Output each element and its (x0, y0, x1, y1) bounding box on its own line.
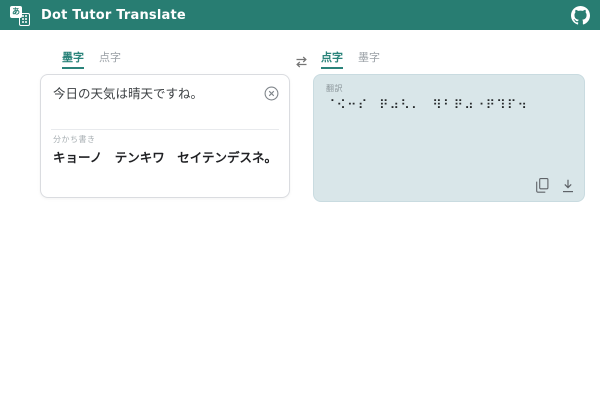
swap-direction-button[interactable] (293, 54, 310, 70)
clear-input-button[interactable] (263, 85, 280, 102)
app-header: あ Dot Tutor Translate (0, 0, 600, 30)
download-icon (562, 179, 574, 193)
target-card: 翻訳 ⠈⠪⠒⠎⠀⠟⠴⠣⠄⠀⠻⠃⠟⠴⠐⠟⠹⠏⠲ (313, 74, 585, 202)
target-tab-tenji[interactable]: 点字 (321, 52, 343, 69)
swap-horizontal-icon (295, 56, 308, 68)
braille-output: ⠈⠪⠒⠎⠀⠟⠴⠣⠄⠀⠻⠃⠟⠴⠐⠟⠹⠏⠲ (314, 94, 584, 113)
source-card: 今日の天気は晴天ですね。 分かち書き キョーノ テンキワ セイテンデスネ。 (40, 74, 290, 198)
braille-square-icon (19, 13, 30, 26)
source-input[interactable]: 今日の天気は晴天ですね。 (53, 85, 263, 102)
source-tab-tenji[interactable]: 点字 (99, 52, 121, 69)
copy-icon (536, 178, 549, 193)
source-tabs: 墨字 点字 (40, 52, 290, 69)
github-link[interactable] (571, 6, 590, 25)
app-title: Dot Tutor Translate (41, 8, 186, 23)
card-divider (51, 129, 279, 130)
output-label: 翻訳 (314, 75, 584, 94)
download-button[interactable] (562, 179, 574, 193)
app-logo-icon: あ (10, 5, 32, 26)
source-tab-sumiji[interactable]: 墨字 (62, 52, 84, 69)
target-tab-sumiji[interactable]: 墨字 (358, 52, 380, 69)
translate-workspace: 墨字 点字 今日の天気は晴天ですね。 分かち書き キョーノ テンキワ セイテンデ… (40, 52, 585, 202)
copy-button[interactable] (536, 178, 549, 193)
github-icon (571, 6, 590, 25)
target-tabs: 点字 墨字 (313, 52, 585, 69)
segmentation-text: キョーノ テンキワ セイテンデスネ。 (53, 149, 277, 166)
segmentation-label: 分かち書き (53, 134, 277, 145)
circle-x-icon (264, 86, 279, 101)
